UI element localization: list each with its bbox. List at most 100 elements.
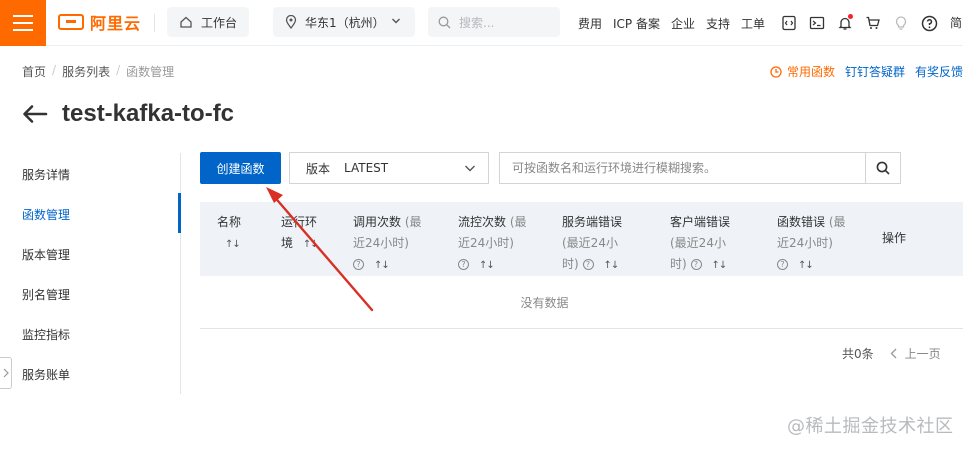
column-actions-label: 操作 bbox=[882, 231, 907, 245]
back-arrow-icon[interactable] bbox=[22, 104, 48, 124]
help-icon[interactable]: ? bbox=[353, 259, 364, 270]
bulb-icon[interactable] bbox=[892, 14, 910, 32]
code-icon[interactable] bbox=[780, 14, 798, 32]
column-header-client-errors: 客户端错误 (最近24小 时) ? ↑↓ bbox=[670, 212, 730, 276]
column-name-label: 名称 bbox=[217, 215, 242, 229]
sort-icon[interactable]: ↑↓ bbox=[798, 260, 814, 271]
column-runtime-label: 运行环 bbox=[281, 215, 318, 229]
column-header-name[interactable]: 名称 ↑↓ bbox=[217, 212, 241, 255]
workbench-button[interactable]: 工作台 bbox=[167, 7, 249, 37]
help-icon[interactable]: ? bbox=[690, 259, 702, 270]
logo-text: 阿里云 bbox=[90, 14, 142, 33]
notification-dot bbox=[848, 14, 853, 19]
dingtalk-group-link[interactable]: 钉钉答疑群 bbox=[845, 63, 905, 80]
column-function-errors-sub-2: 近24小时) bbox=[777, 236, 833, 250]
sidemenu-item-monitoring[interactable]: 监控指标 bbox=[22, 326, 70, 343]
previous-page-button[interactable]: 上一页 bbox=[890, 345, 941, 362]
search-button[interactable] bbox=[865, 153, 900, 183]
nav-support[interactable]: 支持 bbox=[706, 15, 730, 32]
column-header-invocations: 调用次数 (最 近24小时) ? ↑↓ bbox=[353, 212, 422, 276]
function-search-input[interactable] bbox=[500, 153, 866, 183]
region-label: 华东1（杭州） bbox=[305, 15, 385, 30]
pagination-total: 共0条 bbox=[842, 347, 874, 361]
sidemenu-item-service-details[interactable]: 服务详情 bbox=[22, 166, 70, 183]
column-server-errors-sub-2: 时) bbox=[562, 257, 579, 271]
column-invocations-label: 调用次数 bbox=[353, 215, 402, 229]
cart-icon[interactable] bbox=[864, 14, 882, 32]
region-selector[interactable]: 华东1（杭州） bbox=[273, 7, 415, 37]
search-icon bbox=[876, 161, 890, 175]
sort-icon[interactable]: ↑↓ bbox=[225, 239, 241, 250]
nav-icp[interactable]: ICP 备案 bbox=[613, 15, 660, 32]
search-icon bbox=[438, 16, 451, 28]
help-icon[interactable]: ? bbox=[582, 259, 594, 270]
feedback-link[interactable]: 有奖反馈 bbox=[915, 63, 963, 80]
sidemenu-item-function-management[interactable]: 函数管理 bbox=[22, 206, 70, 223]
column-header-server-errors: 服务端错误 (最近24小 时) ? ↑↓ bbox=[562, 212, 622, 276]
home-icon bbox=[180, 16, 192, 28]
breadcrumb-separator: / bbox=[116, 63, 121, 77]
column-header-actions: 操作 bbox=[882, 228, 906, 249]
table-empty-row: 没有数据 bbox=[200, 276, 963, 329]
top-navigation-bar: 阿里云 工作台 华东1（杭州） 搜索... 费用 ICP 备案 企业 支持 工单… bbox=[0, 0, 963, 46]
help-icon[interactable]: ? bbox=[777, 259, 788, 270]
column-runtime-label-2: 境 bbox=[281, 236, 294, 250]
nav-ticket[interactable]: 工单 bbox=[741, 15, 765, 32]
sort-icon[interactable]: ↑↓ bbox=[479, 260, 495, 271]
column-client-errors-sub-2: 时) bbox=[670, 257, 687, 271]
terminal-icon[interactable] bbox=[808, 14, 826, 32]
aliyun-logo[interactable]: 阿里云 bbox=[58, 11, 141, 33]
workbench-label: 工作台 bbox=[201, 15, 238, 30]
sidemenu-active-indicator bbox=[178, 193, 181, 233]
top-icons bbox=[780, 0, 938, 46]
create-function-button[interactable]: 创建函数 bbox=[200, 152, 281, 184]
sort-icon[interactable]: ↑↓ bbox=[303, 239, 319, 250]
chevron-down-icon bbox=[465, 165, 475, 172]
watermark: @稀土掘金技术社区 bbox=[787, 416, 954, 437]
breadcrumb-separator: / bbox=[52, 63, 57, 77]
column-server-errors-label: 服务端错误 bbox=[562, 215, 623, 229]
top-nav-links: 费用 ICP 备案 企业 支持 工单 bbox=[578, 0, 765, 46]
hamburger-menu-button[interactable] bbox=[0, 0, 46, 46]
aliyun-logo-mark-icon bbox=[58, 14, 84, 30]
column-invocations-sub-2: 近24小时) bbox=[353, 236, 409, 250]
function-table-header: 名称 ↑↓ 运行环 境 ↑↓ 调用次数 (最 近24小时) ? ↑↓ 流控次数 (… bbox=[200, 202, 963, 276]
column-header-throttles: 流控次数 (最 近24小时) ? ↑↓ bbox=[458, 212, 527, 276]
sort-icon[interactable]: ↑↓ bbox=[712, 260, 728, 271]
column-server-errors-sub: (最近24小 bbox=[562, 236, 618, 250]
global-search-input[interactable]: 搜索... bbox=[428, 7, 560, 37]
sidemenu-item-alias-management[interactable]: 别名管理 bbox=[22, 286, 70, 303]
common-functions-label: 常用函数 bbox=[787, 65, 836, 79]
breadcrumb-service-list[interactable]: 服务列表 bbox=[62, 63, 110, 80]
chevron-down-icon bbox=[392, 18, 400, 24]
sidemenu-item-billing[interactable]: 服务账单 bbox=[22, 366, 70, 383]
help-icon[interactable]: ? bbox=[458, 259, 469, 270]
page-header: test-kafka-to-fc bbox=[22, 100, 234, 128]
pagination: 共0条 上一页 bbox=[842, 345, 941, 362]
divider bbox=[154, 14, 155, 32]
sidemenu-item-version-management[interactable]: 版本管理 bbox=[22, 246, 70, 263]
previous-page-label: 上一页 bbox=[904, 347, 941, 361]
breadcrumb-home[interactable]: 首页 bbox=[22, 63, 46, 80]
help-icon[interactable] bbox=[920, 14, 938, 32]
version-select[interactable]: 版本 LATEST bbox=[289, 152, 489, 184]
column-function-errors-sub: (最 bbox=[828, 215, 846, 229]
collapse-sidebar-button[interactable] bbox=[0, 357, 12, 389]
bell-icon[interactable] bbox=[836, 14, 854, 32]
version-select-value: LATEST bbox=[344, 161, 389, 175]
column-throttles-label: 流控次数 bbox=[458, 215, 507, 229]
breadcrumb-current: 函数管理 bbox=[126, 65, 175, 79]
language-switch[interactable]: 简 bbox=[950, 14, 962, 31]
version-select-label: 版本 bbox=[306, 161, 331, 176]
chevron-left-icon bbox=[890, 348, 897, 359]
sort-icon[interactable]: ↑↓ bbox=[374, 260, 390, 271]
column-function-errors-label: 函数错误 bbox=[777, 215, 826, 229]
global-search-placeholder: 搜索... bbox=[459, 15, 495, 30]
nav-enterprise[interactable]: 企业 bbox=[671, 15, 695, 32]
common-functions-link[interactable]: 常用函数 bbox=[770, 63, 835, 80]
sort-icon[interactable]: ↑↓ bbox=[604, 260, 620, 271]
nav-billing[interactable]: 费用 bbox=[578, 15, 602, 32]
column-header-runtime[interactable]: 运行环 境 ↑↓ bbox=[281, 212, 319, 255]
column-client-errors-sub: (最近24小 bbox=[670, 236, 726, 250]
chevron-right-icon bbox=[3, 368, 9, 378]
